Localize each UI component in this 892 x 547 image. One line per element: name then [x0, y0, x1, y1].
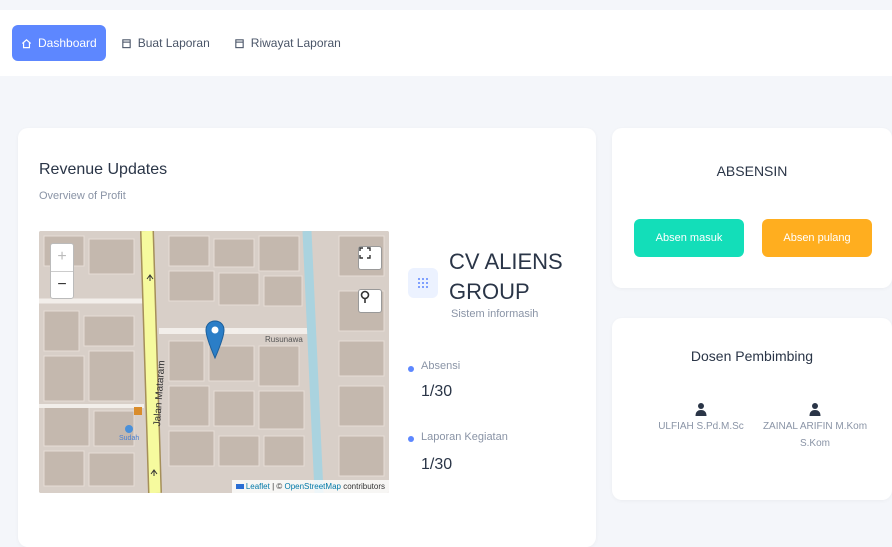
stat-value-laporan: 1/30: [421, 456, 453, 473]
dosen-item: ULFIAH S.Pd.M.Sc: [646, 402, 756, 435]
area-label: Rusunawa: [265, 335, 303, 344]
nav-buat-laporan-label: Buat Laporan: [137, 36, 210, 50]
absensi-card: ABSENSIN Absen masuk Absen pulang: [612, 128, 892, 288]
stat-value-absensi: 1/30: [421, 383, 453, 400]
revenue-title: Revenue Updates: [39, 161, 168, 178]
stat-dot-absensi: [408, 366, 414, 372]
nav-buat-laporan[interactable]: Buat Laporan: [112, 25, 219, 61]
fullscreen-icon: [359, 247, 371, 259]
location-map[interactable]: Jalan Mataram Rusunawa Sudah + − Leaflet…: [39, 231, 389, 493]
absen-masuk-button[interactable]: Absen masuk: [634, 219, 744, 257]
revenue-subtitle: Overview of Profit: [39, 190, 126, 202]
grid-icon: [408, 268, 438, 298]
place-label: Sudah: [119, 435, 140, 442]
company-subtitle: Sistem informasih: [451, 308, 539, 320]
osm-link[interactable]: OpenStreetMap: [284, 482, 340, 491]
stat-dot-laporan: [408, 436, 414, 442]
dosen-name: ULFIAH S.Pd.M.Sc: [658, 421, 744, 432]
document-icon: [122, 38, 131, 48]
absensi-title: ABSENSIN: [716, 163, 788, 179]
nav-dashboard-label: Dashboard: [38, 36, 97, 50]
nav-dashboard[interactable]: Dashboard: [12, 25, 106, 61]
zoom-out-button[interactable]: −: [51, 272, 73, 299]
revenue-card: Revenue Updates Overview of Profit Jalan…: [18, 128, 596, 547]
flag-icon: [235, 484, 244, 489]
nav-riwayat-laporan-label: Riwayat Laporan: [250, 36, 341, 50]
map-tiles: [39, 231, 389, 493]
dosen-name: ZAINAL ARIFIN M.Kom S.Kom: [762, 421, 868, 449]
document-icon: [235, 38, 244, 48]
company-name: CV ALIENS GROUP: [449, 249, 563, 304]
map-attribution: Leaflet | © OpenStreetMap contributors: [231, 480, 389, 493]
top-navbar: Dashboard Buat Laporan Riwayat Laporan: [0, 10, 892, 76]
zoom-in-button[interactable]: +: [51, 244, 73, 272]
dosen-card: Dosen Pembimbing ULFIAH S.Pd.M.Sc ZAINAL…: [612, 318, 892, 500]
stat-label-laporan: Laporan Kegiatan: [421, 431, 508, 443]
user-icon: [695, 403, 707, 416]
search-icon: [360, 290, 370, 303]
home-icon: [21, 38, 32, 48]
zoom-control: + −: [50, 243, 74, 299]
stat-label-absensi: Absensi: [421, 360, 461, 372]
user-icon: [809, 403, 821, 416]
map-search-button[interactable]: [358, 289, 382, 313]
fullscreen-button[interactable]: [358, 246, 382, 270]
dosen-title: Dosen Pembimbing: [690, 348, 814, 364]
dosen-item: ZAINAL ARIFIN M.Kom S.Kom: [760, 402, 870, 452]
leaflet-link[interactable]: Leaflet: [246, 482, 270, 491]
nav-riwayat-laporan[interactable]: Riwayat Laporan: [225, 25, 350, 61]
absen-pulang-button[interactable]: Absen pulang: [762, 219, 872, 257]
attribution-separator: | ©: [269, 482, 285, 491]
map-pin-icon[interactable]: [205, 320, 225, 360]
attribution-tail: contributors: [340, 482, 385, 491]
